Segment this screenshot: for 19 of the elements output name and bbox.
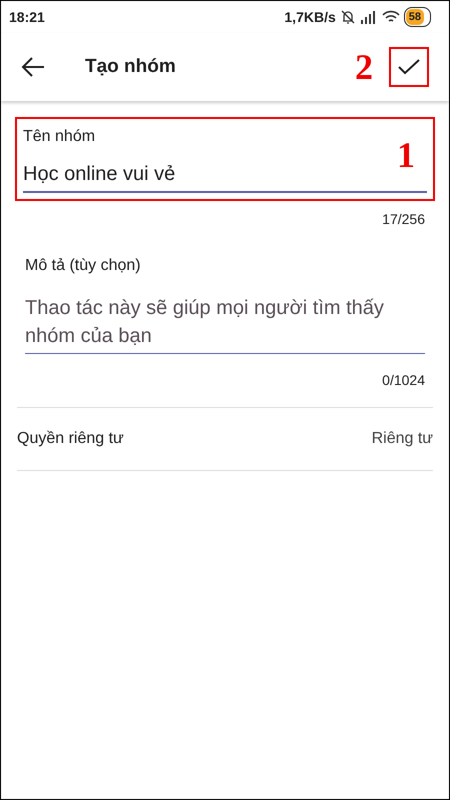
signal-icon [360, 10, 378, 24]
wifi-icon [382, 10, 400, 24]
field-label: Mô tả (tùy chọn) [25, 256, 142, 276]
privacy-label: Quyền riêng tư [17, 429, 124, 449]
checkmark-icon [398, 59, 420, 75]
network-speed: 1,7KB/s [284, 8, 336, 26]
privacy-row[interactable]: Quyền riêng tư Riêng tư [17, 407, 433, 471]
page-title: Tạo nhóm [85, 54, 176, 79]
confirm-button[interactable] [389, 47, 429, 87]
character-counter: 0/1024 [381, 371, 425, 390]
status-time: 18:21 [9, 8, 45, 26]
privacy-value: Riêng tư [372, 429, 433, 449]
character-counter: 17/256 [381, 210, 425, 229]
muted-bell-icon [340, 9, 356, 25]
annotation-number: 2 [355, 49, 373, 85]
field-label: Tên nhóm [23, 127, 96, 147]
description-field[interactable]: Thao tác này sẽ giúp mọi người tìm thấy nhóm của bạn [25, 294, 425, 354]
back-arrow-icon[interactable] [21, 57, 45, 77]
battery-indicator: 58 [404, 6, 431, 28]
